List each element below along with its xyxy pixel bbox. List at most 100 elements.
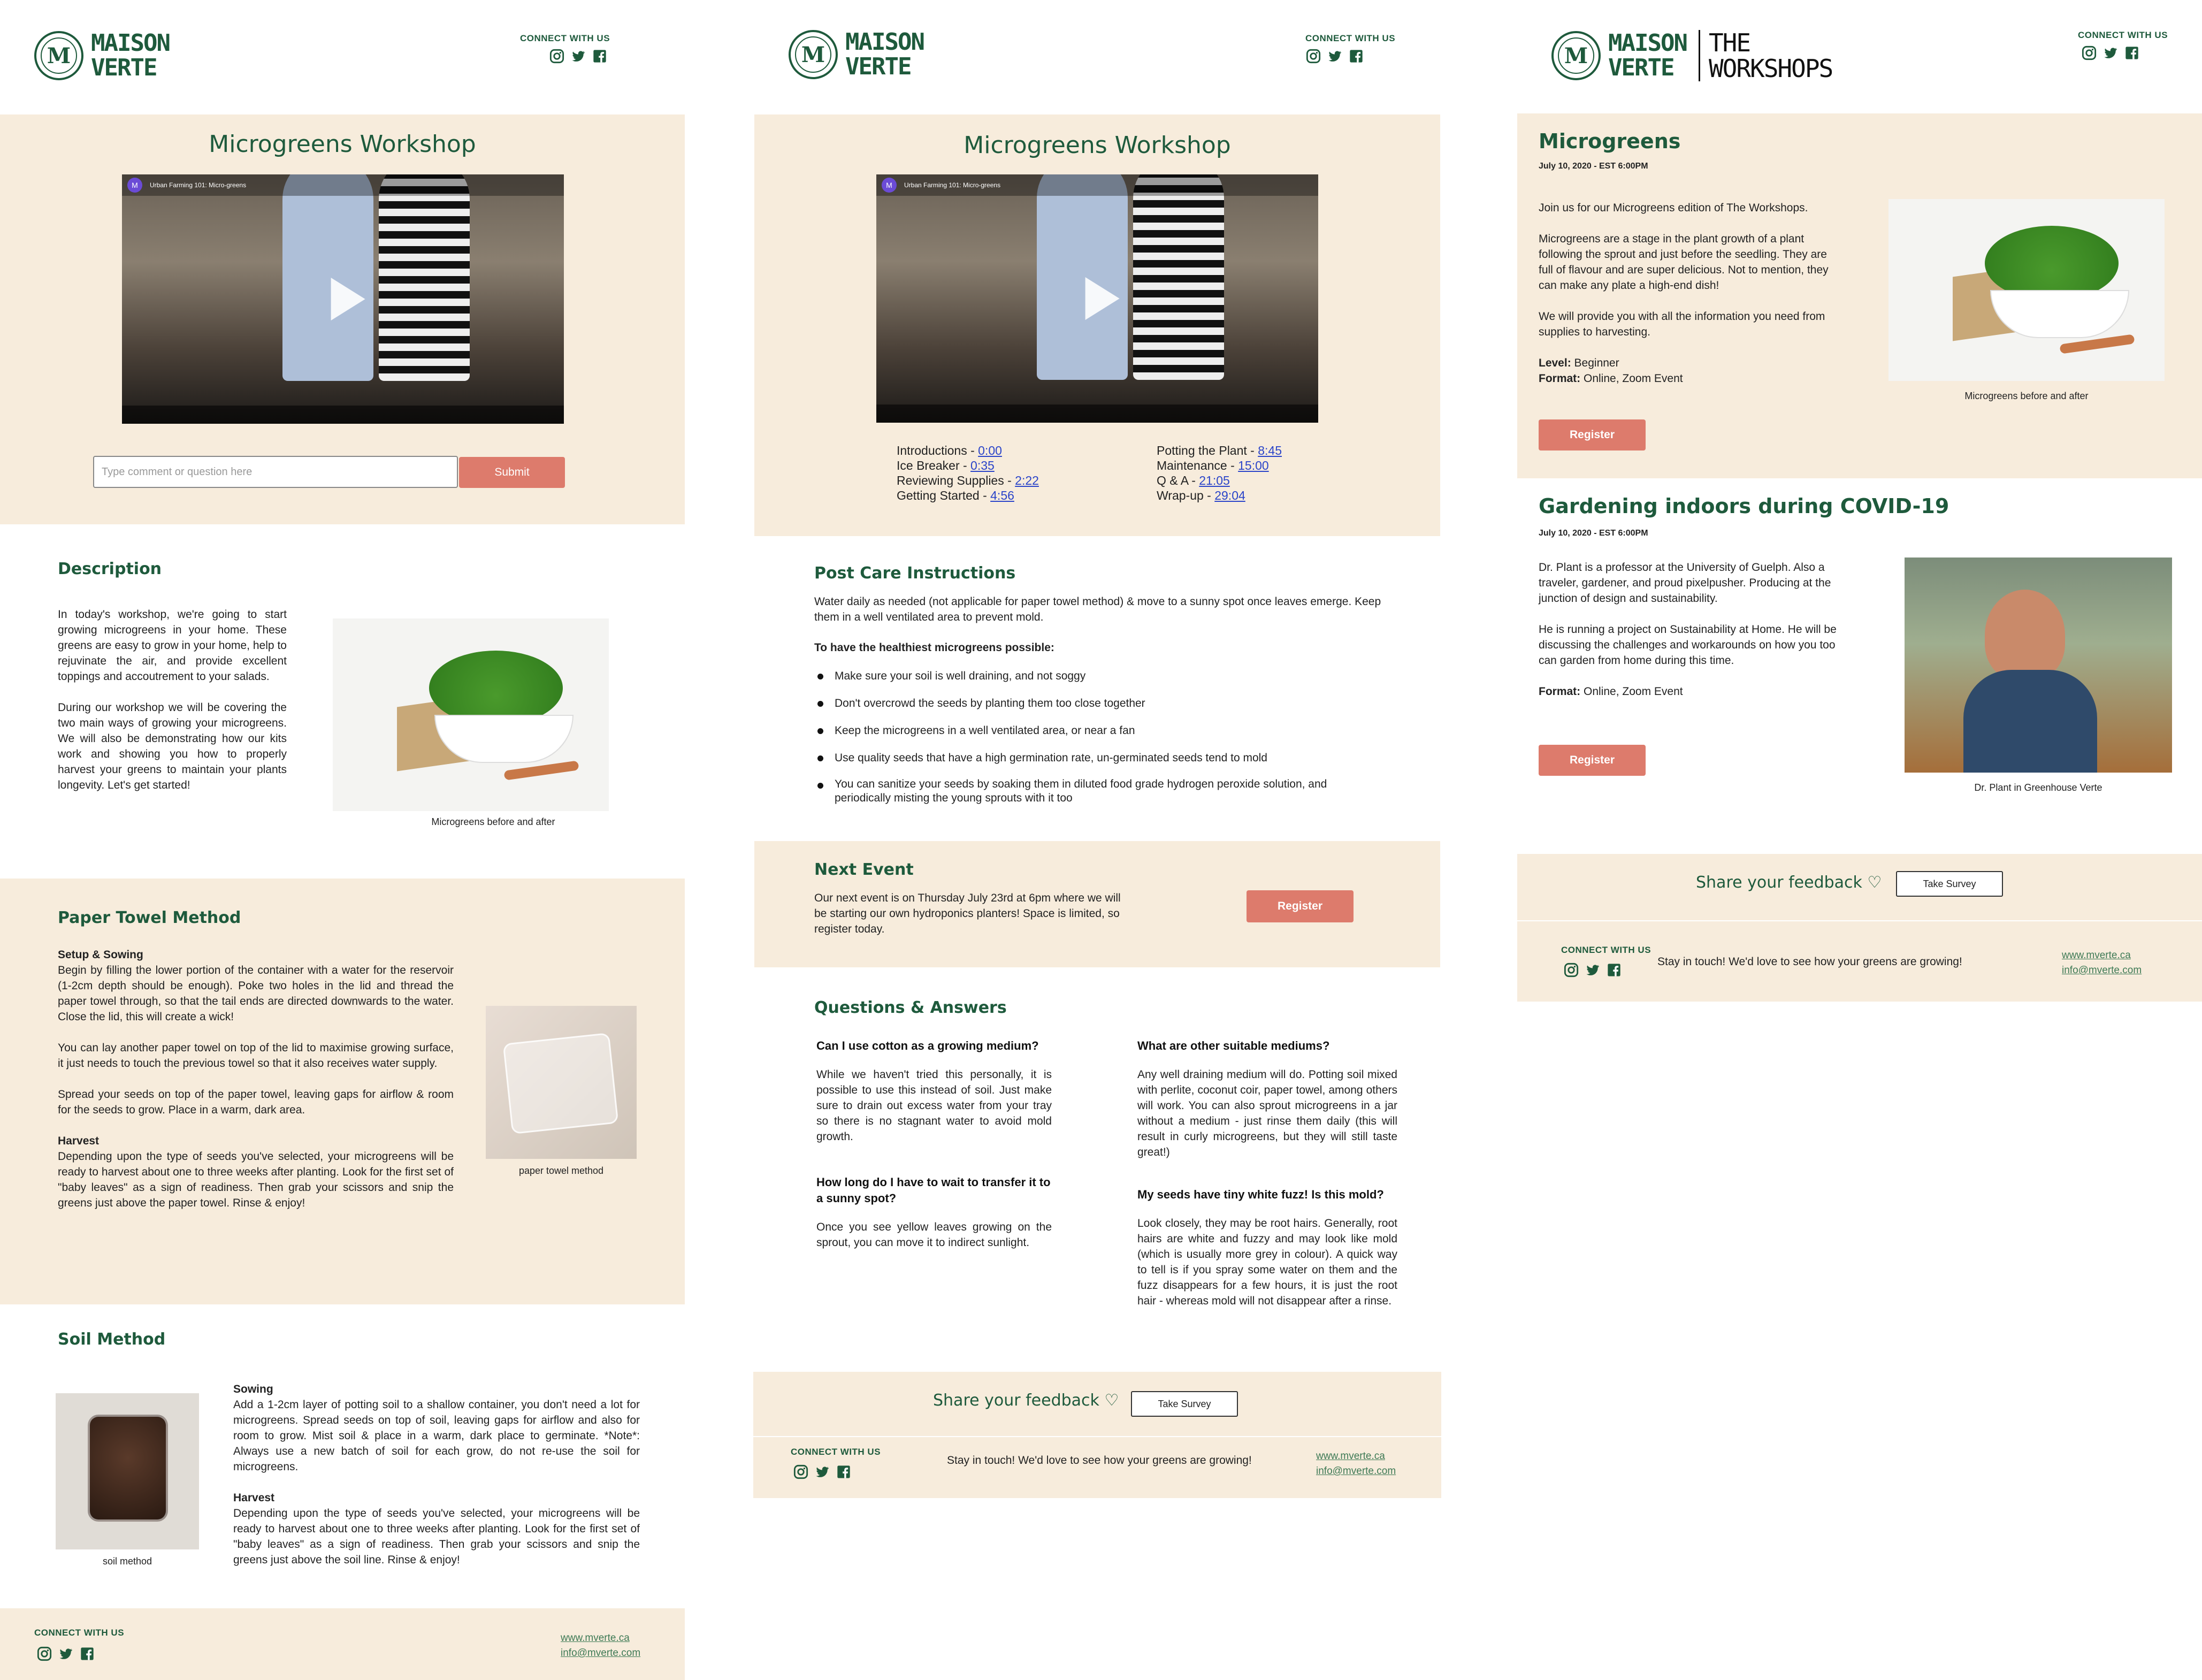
connect-label: CONNECT WITH US (2078, 30, 2168, 40)
twitter-icon[interactable] (814, 1464, 830, 1480)
paper-towel-caption: paper towel method (518, 1165, 604, 1176)
facebook-icon[interactable] (1606, 962, 1622, 978)
soil-title: Soil Method (58, 1330, 166, 1349)
footer-website-link[interactable]: www.mverte.ca (2062, 948, 2142, 963)
footer-email-link[interactable]: info@mverte.com (561, 1646, 640, 1661)
qa-title: Questions & Answers (814, 998, 1007, 1017)
video-player[interactable]: M Urban Farming 101: Micro-greens (876, 174, 1318, 423)
twitter-icon[interactable] (570, 48, 586, 64)
answer: While we haven't tried this personally, … (816, 1068, 1052, 1143)
twitter-icon[interactable] (58, 1646, 74, 1662)
description-title: Description (58, 560, 162, 578)
timestamp-link[interactable]: 21:05 (1199, 474, 1230, 487)
timestamp-link[interactable]: 8:45 (1258, 444, 1282, 457)
facebook-icon[interactable] (79, 1646, 95, 1662)
play-icon[interactable] (331, 278, 365, 320)
connect-label: CONNECT WITH US (1305, 33, 1396, 43)
logo-badge-icon: M (789, 30, 838, 79)
footer-website-link[interactable]: www.mverte.ca (1316, 1449, 1396, 1464)
take-survey-button[interactable]: Take Survey (1896, 871, 2003, 897)
logo[interactable]: M MAISON VERTE THE WORKSHOPS (1551, 30, 1833, 81)
register-button[interactable]: Register (1539, 745, 1646, 776)
post-care-title: Post Care Instructions (814, 564, 1016, 583)
soil-text: Sowing Add a 1-2cm layer of potting soil… (233, 1381, 640, 1568)
timestamp-link[interactable]: 29:04 (1214, 488, 1245, 502)
facebook-icon[interactable] (1348, 48, 1364, 64)
logo-badge-icon: M (34, 31, 83, 80)
comment-input[interactable]: Type comment or question here (93, 456, 458, 488)
event-p1: Dr. Plant is a professor at the Universi… (1539, 561, 1831, 605)
dr-plant-image (1905, 558, 2172, 773)
sowing-heading: Sowing (233, 1383, 273, 1395)
feedback-footer: Share your feedback ♡ Take Survey CONNEC… (1517, 854, 2202, 1002)
answer: Look closely, they may be root hairs. Ge… (1137, 1217, 1397, 1307)
panel-2: M MAISON VERTE CONNECT WITH US Microgreen… (753, 0, 1441, 1680)
take-survey-button[interactable]: Take Survey (1131, 1391, 1238, 1417)
logo-initial: M (801, 42, 825, 67)
video-title: Urban Farming 101: Micro-greens (150, 181, 247, 189)
footer-connect-label: CONNECT WITH US (34, 1628, 125, 1638)
instagram-icon[interactable] (1563, 962, 1579, 978)
event-title: Gardening indoors during COVID-19 (1539, 494, 1949, 518)
question: My seeds have tiny white fuzz! Is this m… (1137, 1188, 1384, 1201)
video-controls[interactable] (876, 404, 1318, 423)
timestamp-link[interactable]: 2:22 (1015, 474, 1039, 487)
logo[interactable]: M MAISON VERTE (34, 31, 171, 80)
facebook-icon[interactable] (2124, 45, 2140, 61)
instagram-icon[interactable] (36, 1646, 52, 1662)
twitter-icon[interactable] (2102, 45, 2119, 61)
answer: Once you see yellow leaves growing on th… (816, 1221, 1052, 1249)
footer-social (793, 1464, 852, 1480)
footer-website-link[interactable]: www.mverte.ca (561, 1631, 640, 1646)
event-date: July 10, 2020 - EST 6:00PM (1539, 162, 1648, 171)
footer-email-link[interactable]: info@mverte.com (2062, 963, 2142, 978)
setup-heading: Setup & Sowing (58, 949, 143, 961)
instagram-icon[interactable] (2081, 45, 2097, 61)
logo-line2: VERTE (1608, 54, 1675, 81)
twitter-icon[interactable] (1327, 48, 1343, 64)
timestamps-right: Potting the Plant - 8:45 Maintenance - 1… (1157, 443, 1282, 503)
register-button[interactable]: Register (1539, 419, 1646, 450)
event-card-microgreens: Microgreens July 10, 2020 - EST 6:00PM J… (1517, 113, 2202, 478)
event-date: July 10, 2020 - EST 6:00PM (1539, 529, 1648, 538)
harvest-heading: Harvest (58, 1135, 100, 1147)
header-connect: CONNECT WITH US (1305, 33, 1395, 64)
facebook-icon[interactable] (592, 48, 608, 64)
qa-right-column: What are other suitable mediums? Any wel… (1137, 1038, 1397, 1309)
play-icon[interactable] (1085, 277, 1120, 320)
video-controls[interactable] (122, 406, 564, 424)
header-connect: CONNECT WITH US (2078, 30, 2168, 61)
footer-email-link[interactable]: info@mverte.com (1316, 1464, 1396, 1479)
video-section: Microgreens Workshop M Urban Farming 101:… (754, 114, 1440, 536)
connect-label: CONNECT WITH US (520, 33, 610, 43)
video-player[interactable]: M Urban Farming 101: Micro-greens (122, 174, 564, 424)
paper-towel-p1: Begin by filling the lower portion of th… (58, 964, 454, 1023)
footer-connect-label: CONNECT WITH US (791, 1447, 881, 1457)
description-caption: Microgreens before and after (431, 816, 555, 827)
facebook-icon[interactable] (836, 1464, 852, 1480)
question: What are other suitable mediums? (1137, 1039, 1330, 1052)
feedback-text: Share your feedback ♡ (1696, 873, 1882, 892)
instagram-icon[interactable] (549, 48, 565, 64)
timestamp-link[interactable]: 0:00 (978, 444, 1002, 457)
instagram-icon[interactable] (1305, 48, 1321, 64)
timestamp-row: Potting the Plant - 8:45 (1157, 444, 1282, 457)
paper-towel-p4: Depending upon the type of seeds you've … (58, 1150, 454, 1209)
level-label: Level: (1539, 357, 1571, 369)
paper-towel-p3: Spread your seeds on top of the paper to… (58, 1088, 454, 1116)
register-button[interactable]: Register (1247, 890, 1354, 922)
twitter-icon[interactable] (1585, 962, 1601, 978)
timestamp-link[interactable]: 15:00 (1238, 459, 1269, 472)
submit-button[interactable]: Submit (459, 457, 565, 488)
timestamp-link[interactable]: 4:56 (990, 488, 1014, 502)
timestamp-link[interactable]: 0:35 (970, 459, 995, 472)
instagram-icon[interactable] (793, 1464, 809, 1480)
paper-towel-section: Paper Towel Method Setup & Sowing Begin … (0, 879, 685, 1304)
event-description: Join us for our Microgreens edition of T… (1539, 200, 1838, 386)
video-title: Urban Farming 101: Micro-greens (904, 181, 1001, 189)
page-title: Microgreens Workshop (964, 132, 1231, 159)
event-p3: We will provide you with all the informa… (1539, 310, 1825, 338)
event-p2: Microgreens are a stage in the plant gro… (1539, 233, 1829, 292)
event-image-caption: Microgreens before and after (1964, 391, 2089, 401)
logo[interactable]: M MAISON VERTE (789, 30, 925, 79)
